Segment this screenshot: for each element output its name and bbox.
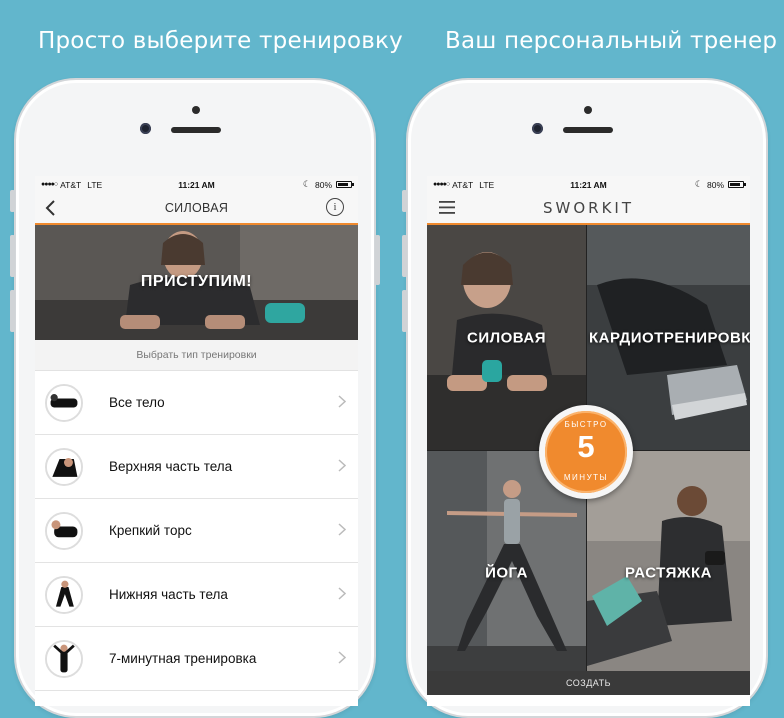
chevron-right-icon <box>338 587 346 600</box>
screen-left: ●●●●○ AT&T LTE 11:21 AM ☾ 80% СИЛОВАЯ i <box>35 176 358 706</box>
tile-yoga-label: ЙОГА <box>485 564 528 582</box>
quick-bottom-label: МИНУТЫ <box>563 473 609 482</box>
status-bar: ●●●●○ AT&T LTE 11:21 AM ☾ 80% <box>427 176 750 193</box>
do-not-disturb-icon: ☾ <box>694 179 703 189</box>
list-item-lower-body[interactable]: Нижняя часть тела <box>35 563 358 627</box>
chevron-right-icon <box>338 523 346 536</box>
sensor <box>140 123 151 134</box>
nav-bar: SWORKIT <box>427 193 750 225</box>
quick-number: 5 <box>577 429 595 464</box>
seven-minute-thumb <box>45 639 83 678</box>
tile-stretch-label: РАСТЯЖКА <box>625 564 712 582</box>
phone-right: ●●●●○ AT&T LTE 11:21 AM ☾ 80% SWORKIT СИ… <box>402 78 768 718</box>
phone-left: ●●●●○ AT&T LTE 11:21 AM ☾ 80% СИЛОВАЯ i <box>10 78 380 718</box>
status-bar: ●●●●○ AT&T LTE 11:21 AM ☾ 80% <box>35 176 358 193</box>
volume-up-button <box>402 235 407 277</box>
battery-icon <box>728 181 746 188</box>
earpiece-speaker <box>563 127 613 133</box>
power-button <box>375 235 380 285</box>
core-thumb <box>45 511 83 550</box>
do-not-disturb-icon: ☾ <box>302 179 311 189</box>
volume-down-button <box>10 290 15 332</box>
front-camera <box>584 106 592 114</box>
sensor <box>532 123 543 134</box>
battery-icon <box>336 181 354 188</box>
earpiece-speaker <box>171 127 221 133</box>
back-arrow-icon[interactable] <box>43 199 59 217</box>
mute-switch <box>402 190 407 212</box>
create-button[interactable]: СОЗДАТЬ <box>427 671 750 695</box>
caption-right: Ваш персональный тренер <box>445 28 778 54</box>
battery-percent: 80% <box>706 179 724 190</box>
front-camera <box>192 106 200 114</box>
list-item-label: Все тело <box>109 395 165 410</box>
list-item-label: Верхняя часть тела <box>109 459 233 474</box>
quick-five-minute-button[interactable]: БЫСТРО 5 МИНУТЫ <box>539 405 633 499</box>
list-item-seven-minute[interactable]: 7-минутная тренировка <box>35 627 358 691</box>
volume-down-button <box>402 290 407 332</box>
hero-label: ПРИСТУПИМ! <box>140 273 253 290</box>
info-icon[interactable]: i <box>326 198 344 216</box>
tile-strength-label: СИЛОВАЯ <box>466 329 546 346</box>
screen-right: ●●●●○ AT&T LTE 11:21 AM ☾ 80% SWORKIT СИ… <box>427 176 750 706</box>
volume-up-button <box>10 235 15 277</box>
tile-cardio-label: КАРДИОТРЕНИРОВКА <box>589 329 750 346</box>
section-header: Выбрать тип тренировки <box>35 340 358 371</box>
list-item-full-body[interactable]: Все тело <box>35 371 358 435</box>
brand-logo: SWORKIT <box>542 199 634 217</box>
battery-percent: 80% <box>314 179 332 190</box>
full-body-thumb <box>45 383 83 422</box>
list-item-core[interactable]: Крепкий торс <box>35 499 358 563</box>
list-item-label: Крепкий торс <box>109 523 192 538</box>
chevron-right-icon <box>338 395 346 408</box>
page-title: СИЛОВАЯ <box>164 201 229 215</box>
chevron-right-icon <box>338 651 346 664</box>
start-workout-banner[interactable]: ПРИСТУПИМ! <box>35 225 358 340</box>
quick-top-label: БЫСТРО <box>564 420 608 429</box>
list-item-upper-body[interactable]: Верхняя часть тела <box>35 435 358 499</box>
nav-bar: СИЛОВАЯ i <box>35 193 358 225</box>
workout-grid: СИЛОВАЯ КАРДИОТРЕНИРОВКА ЙОГА РАСТЯЖКА Б… <box>427 225 750 695</box>
upper-body-thumb <box>45 447 83 486</box>
chevron-right-icon <box>338 459 346 472</box>
mute-switch <box>10 190 15 212</box>
list-item-label: 7-минутная тренировка <box>109 651 257 666</box>
caption-left: Просто выберите тренировку <box>38 28 403 54</box>
list-item-label: Нижняя часть тела <box>109 587 228 602</box>
hamburger-menu-icon[interactable] <box>439 201 455 214</box>
lower-body-thumb <box>45 575 83 614</box>
